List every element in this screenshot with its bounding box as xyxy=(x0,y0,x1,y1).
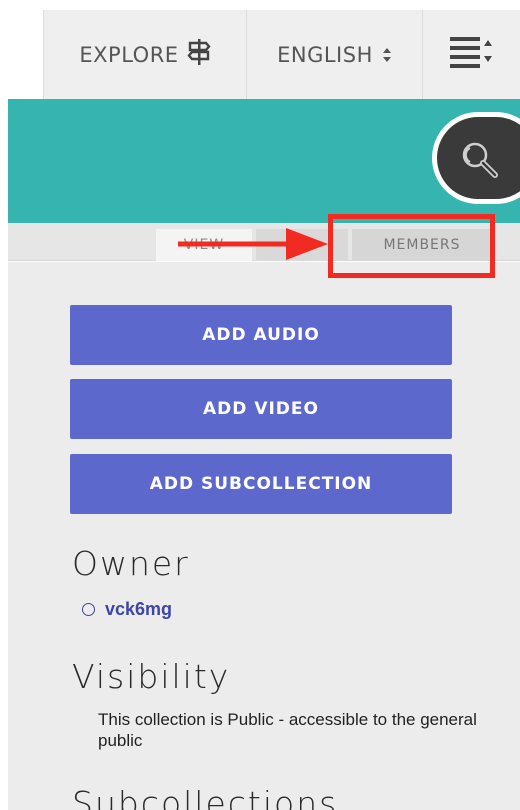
owner-heading: Owner xyxy=(72,544,190,583)
sort-arrows-icon xyxy=(382,47,392,63)
top-navigation: EXPLORE ENGLISH xyxy=(0,0,520,99)
page: EXPLORE ENGLISH MEMBERS ADD AUDIO ADD VI… xyxy=(0,0,520,810)
list-menu-icon xyxy=(449,36,494,73)
add-audio-label: ADD AUDIO xyxy=(202,325,320,345)
signpost-icon xyxy=(186,38,211,71)
explore-button[interactable]: EXPLORE xyxy=(43,10,246,99)
language-label: ENGLISH xyxy=(277,42,373,67)
search-button[interactable] xyxy=(432,112,520,204)
left-strip xyxy=(0,0,8,810)
explore-label: EXPLORE xyxy=(79,42,179,67)
owner-link[interactable]: vck6mg xyxy=(105,599,172,620)
annotation-highlight-box xyxy=(328,214,495,278)
language-select[interactable]: ENGLISH xyxy=(246,10,422,99)
menu-button[interactable] xyxy=(422,10,520,99)
add-video-button[interactable]: ADD VIDEO xyxy=(70,379,452,439)
visibility-heading: Visibility xyxy=(72,657,231,696)
annotation-arrow-icon xyxy=(178,228,328,260)
owner-list-item: vck6mg xyxy=(82,599,172,620)
visibility-description: This collection is Public - accessible t… xyxy=(98,710,477,750)
circle-bullet-icon xyxy=(82,603,95,616)
add-subcollection-button[interactable]: ADD SUBCOLLECTION xyxy=(70,454,452,514)
add-video-label: ADD VIDEO xyxy=(203,399,319,419)
add-audio-button[interactable]: ADD AUDIO xyxy=(70,305,452,365)
subcollections-heading: Subcollections xyxy=(72,784,339,810)
add-subcollection-label: ADD SUBCOLLECTION xyxy=(149,474,373,494)
main-content: ADD AUDIO ADD VIDEO ADD SUBCOLLECTION Ow… xyxy=(8,262,520,810)
